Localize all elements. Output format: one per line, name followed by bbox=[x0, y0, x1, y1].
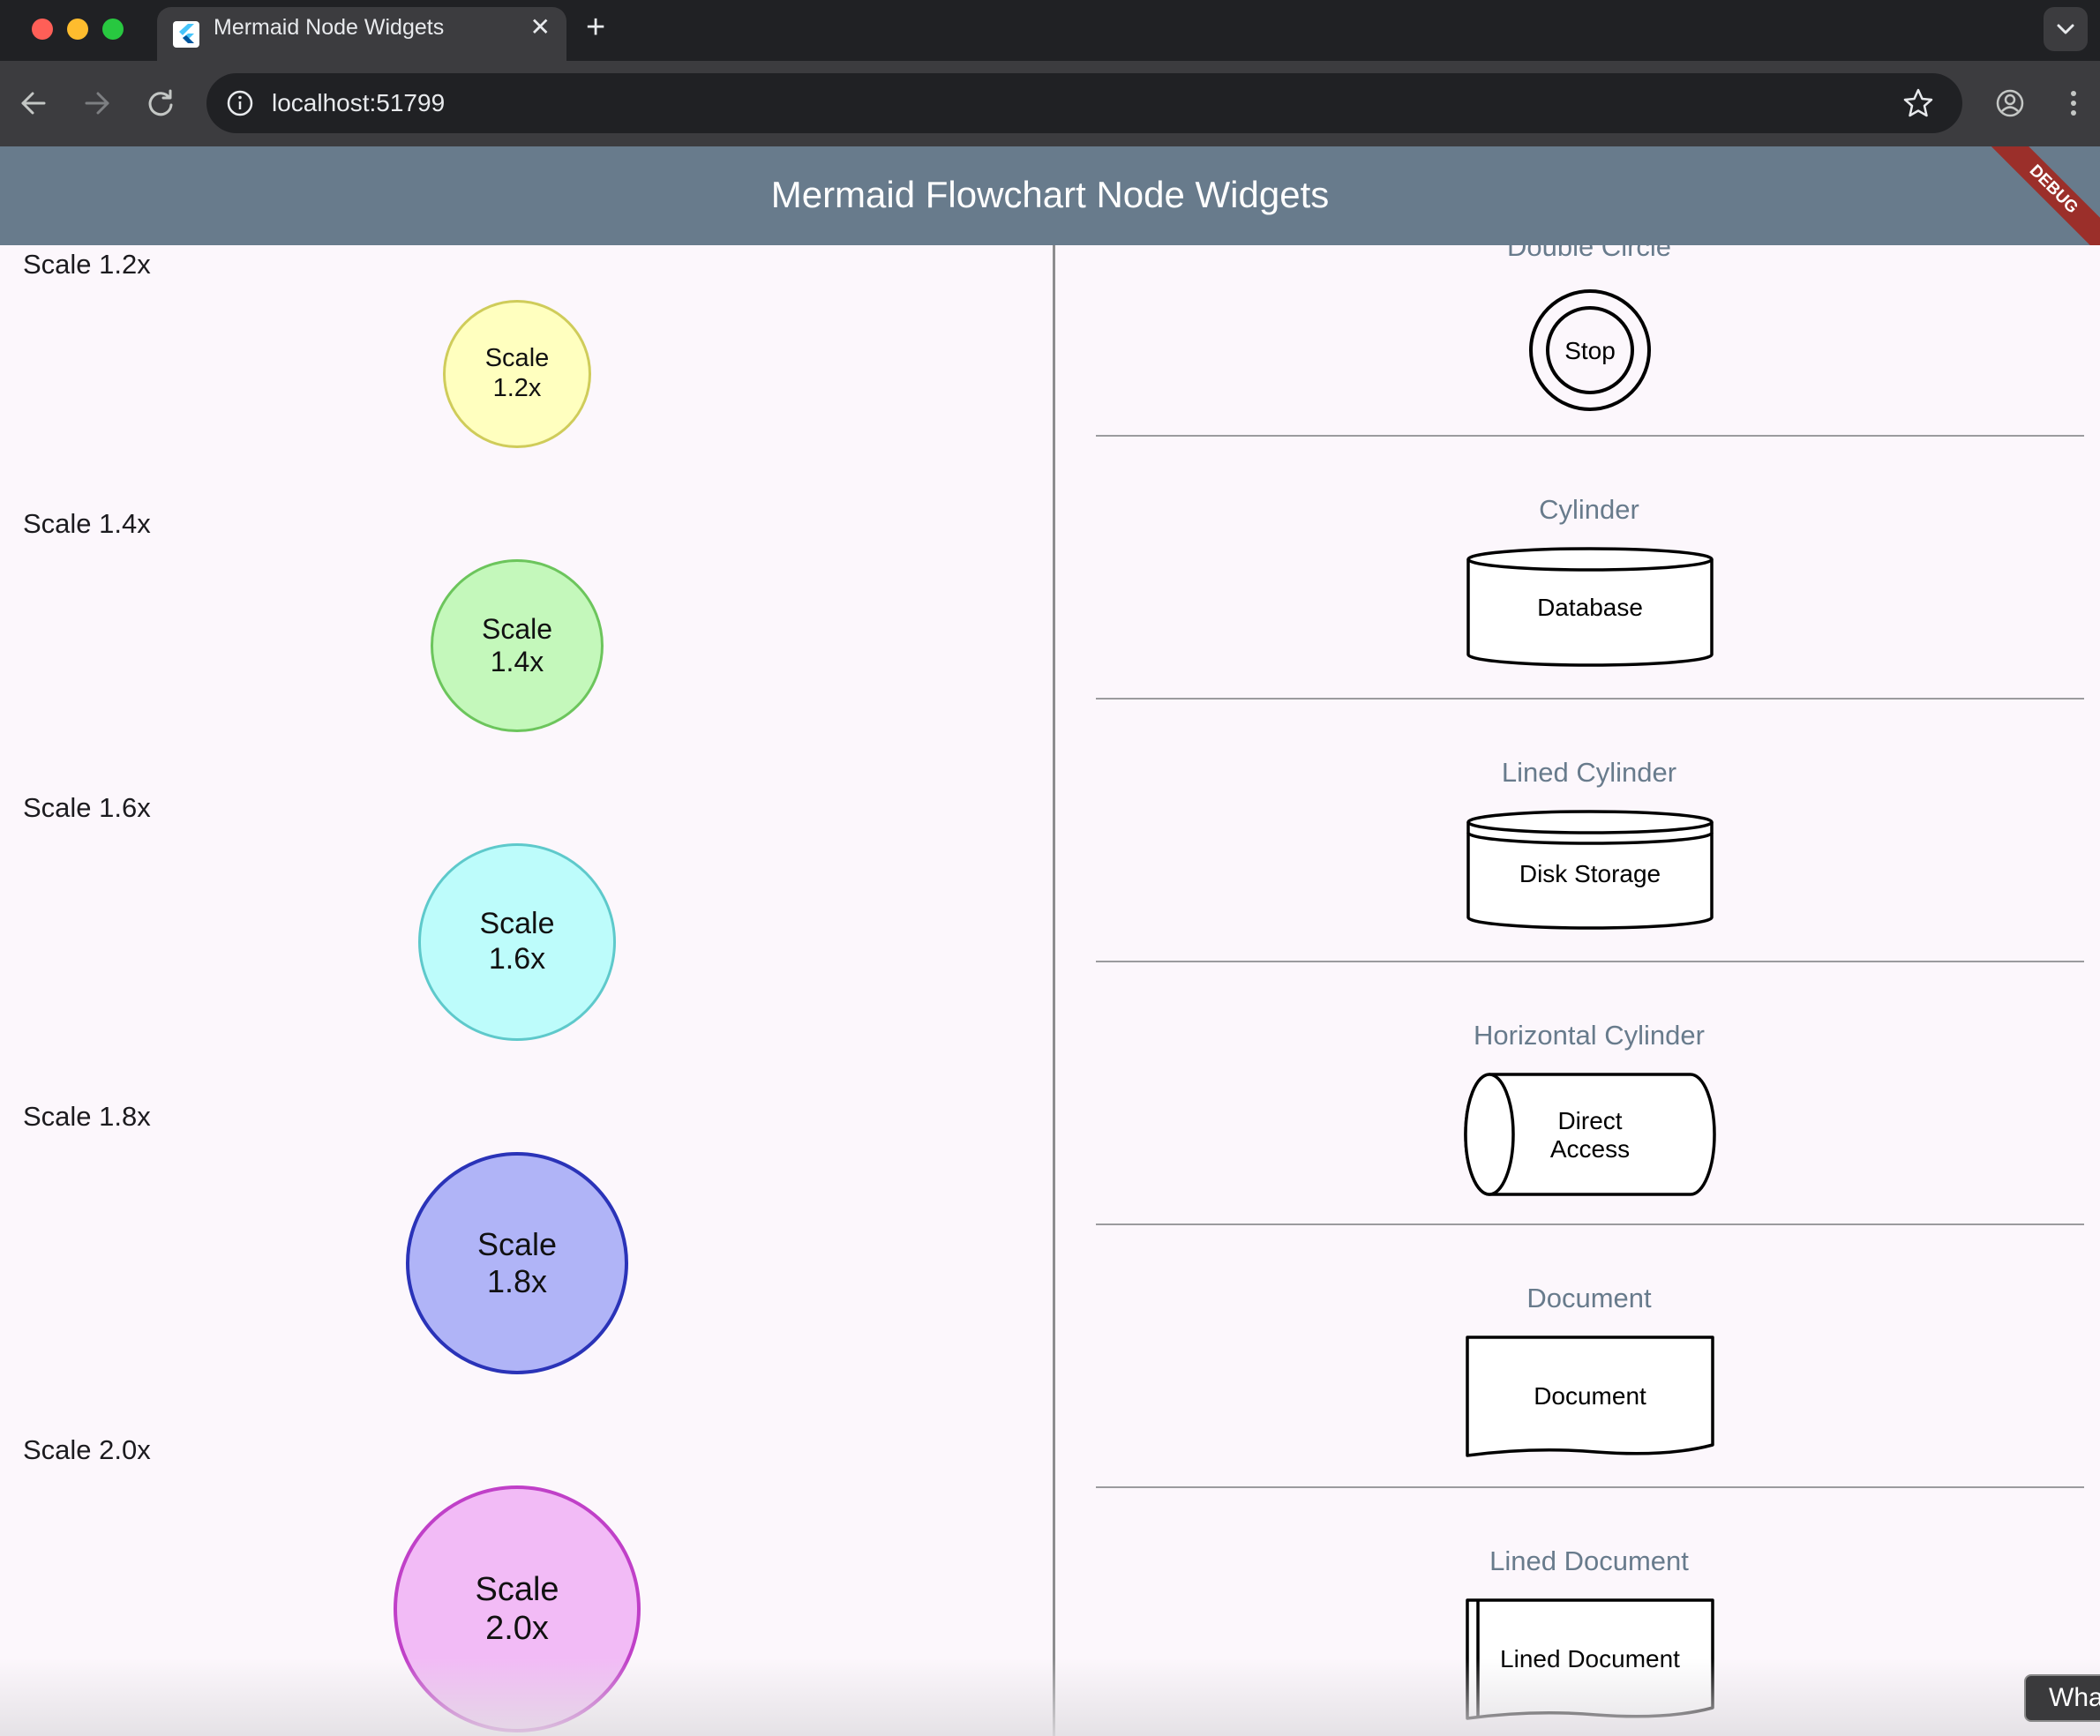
scale-node: Scale 1.4x bbox=[431, 559, 604, 732]
shape-title: Double Circle bbox=[1506, 245, 1672, 262]
bottom-scroll-fade bbox=[0, 1658, 2100, 1736]
section-separator bbox=[1096, 961, 2084, 962]
minimize-window-button[interactable] bbox=[67, 19, 88, 40]
app-content: Scale 1.2x Scale 1.2x Scale 1.4x Scale 1.4… bbox=[0, 245, 2100, 1736]
site-info-icon[interactable] bbox=[224, 87, 256, 119]
bookmark-star-icon[interactable] bbox=[1901, 86, 1936, 121]
new-tab-button[interactable]: + bbox=[586, 7, 605, 48]
scale-node: Scale 1.8x bbox=[406, 1152, 628, 1374]
scale-label: Scale 1.8x bbox=[23, 1101, 151, 1132]
scale-node: Scale 1.2x bbox=[443, 300, 591, 448]
close-window-button[interactable] bbox=[32, 19, 53, 40]
shape-title: Lined Cylinder bbox=[1501, 757, 1677, 788]
node-text: Database bbox=[1537, 594, 1643, 621]
section-separator bbox=[1096, 698, 2084, 700]
profile-icon[interactable] bbox=[1992, 86, 2028, 121]
node-text-line: 2.0x bbox=[485, 1610, 549, 1647]
node-text: Document bbox=[1534, 1382, 1646, 1410]
cylinder-node: Database bbox=[1466, 547, 1714, 667]
node-text-line: 1.6x bbox=[488, 942, 546, 976]
address-bar[interactable]: localhost:51799 bbox=[206, 73, 1962, 133]
app-bar: Mermaid Flowchart Node Widgets DEBUG bbox=[0, 146, 2100, 245]
node-text-line: 1.4x bbox=[490, 646, 544, 677]
browser-tab-strip: Mermaid Node Widgets ✕ + bbox=[0, 0, 2100, 61]
node-text: Disk Storage bbox=[1519, 860, 1661, 887]
node-text-line: Scale bbox=[479, 907, 555, 941]
section-separator bbox=[1096, 1223, 2084, 1225]
node-text-line: Scale bbox=[484, 344, 550, 373]
node-text-line: Scale bbox=[476, 1225, 558, 1262]
scale-node: Scale 1.6x bbox=[418, 843, 616, 1041]
shape-title: Horizontal Cylinder bbox=[1474, 1020, 1705, 1051]
tab-title: Mermaid Node Widgets bbox=[214, 15, 445, 40]
browser-tab[interactable]: Mermaid Node Widgets ✕ bbox=[157, 7, 566, 61]
lined-cylinder-node: Disk Storage bbox=[1466, 810, 1714, 930]
node-text-line: Direct bbox=[1557, 1107, 1622, 1134]
node-text-line: 1.8x bbox=[486, 1263, 548, 1299]
flutter-icon bbox=[173, 21, 199, 48]
scale-label: Scale 2.0x bbox=[23, 1434, 151, 1465]
snackbar[interactable]: Wha bbox=[2024, 1674, 2100, 1722]
url-text[interactable]: localhost:51799 bbox=[272, 73, 445, 133]
shape-title: Cylinder bbox=[1539, 494, 1639, 525]
chevron-down-icon bbox=[2057, 24, 2074, 34]
app-title: Mermaid Flowchart Node Widgets bbox=[770, 174, 1330, 215]
forward-arrow-icon[interactable] bbox=[79, 86, 115, 121]
shape-title: Lined Document bbox=[1489, 1545, 1689, 1576]
node-text-line: Scale bbox=[481, 612, 553, 645]
node-text: Stop bbox=[1564, 337, 1616, 364]
section-separator bbox=[1096, 1486, 2084, 1488]
node-text-line: Scale bbox=[475, 1570, 559, 1608]
tab-close-icon[interactable]: ✕ bbox=[530, 7, 551, 48]
more-menu-icon[interactable] bbox=[2056, 86, 2091, 121]
browser-toolbar: localhost:51799 bbox=[0, 61, 2100, 146]
back-arrow-icon[interactable] bbox=[16, 86, 51, 121]
horizontal-cylinder-node: Direct Access bbox=[1464, 1073, 1716, 1196]
scale-label: Scale 1.6x bbox=[23, 792, 151, 823]
scale-label: Scale 1.4x bbox=[23, 508, 151, 539]
scale-label: Scale 1.2x bbox=[23, 249, 151, 280]
node-text-line: 1.2x bbox=[492, 374, 542, 402]
pane-divider[interactable] bbox=[1053, 245, 1055, 1736]
tab-search-button[interactable] bbox=[2044, 7, 2088, 51]
node-text-line: Access bbox=[1550, 1135, 1630, 1163]
reload-icon[interactable] bbox=[143, 86, 178, 121]
maximize-window-button[interactable] bbox=[102, 19, 124, 40]
section-separator bbox=[1096, 435, 2084, 437]
document-node: Document bbox=[1466, 1336, 1714, 1457]
double-circle-node: Stop bbox=[1529, 289, 1651, 411]
shape-title: Document bbox=[1526, 1283, 1652, 1313]
